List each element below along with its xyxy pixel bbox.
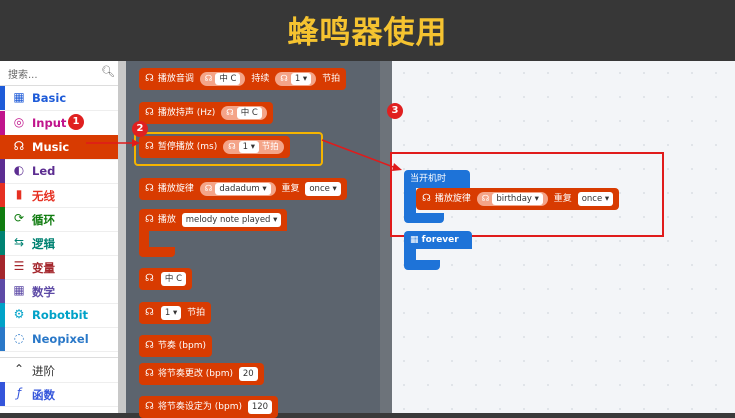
grid-icon: ▦ bbox=[410, 235, 419, 245]
category-music[interactable]: ☊ Music bbox=[0, 135, 118, 160]
beat-dropdown[interactable]: 1 ▾ bbox=[290, 72, 312, 85]
headphones-icon: ☊ bbox=[145, 183, 154, 194]
on-start-block-foot bbox=[404, 213, 444, 223]
step-badge-3: 3 bbox=[387, 103, 403, 119]
step-badge-1: 1 bbox=[68, 114, 84, 130]
on-start-block-mouth bbox=[404, 188, 416, 216]
gear-icon: ⚙ bbox=[13, 307, 25, 321]
beat-reporter-block[interactable]: ☊ 1 ▾ 节拍 bbox=[139, 302, 212, 324]
calculator-icon: ▦ bbox=[13, 283, 25, 297]
category-label: Basic bbox=[32, 91, 67, 105]
repeat-dropdown[interactable]: once ▾ bbox=[577, 191, 614, 206]
blocks-workspace[interactable]: 当开机时 ☊ 播放旋律 ☊ birthday ▾ 重复 once ▾ ▦ forev… bbox=[390, 61, 735, 413]
chevron-up-icon: ⌃ bbox=[13, 362, 25, 376]
play-melody-block[interactable]: ☊ 播放旋律 ☊ birthday ▾ 重复 once ▾ bbox=[416, 188, 620, 210]
category-advanced[interactable]: ⌃ 进阶 bbox=[0, 357, 118, 383]
headphones-icon: ☊ bbox=[13, 139, 25, 153]
on-start-block[interactable]: 当开机时 bbox=[404, 170, 470, 188]
category-neopixel[interactable]: ◌ Neopixel bbox=[0, 327, 118, 352]
category-label: 数学 bbox=[32, 285, 55, 299]
category-variables[interactable]: ☰ 变量 bbox=[0, 255, 118, 280]
category-label: 无线 bbox=[32, 189, 55, 203]
refresh-icon: ⟳ bbox=[13, 211, 25, 225]
category-label: 变量 bbox=[32, 261, 55, 275]
category-math[interactable]: ▦ 数学 bbox=[0, 279, 118, 304]
on-melody-event-block[interactable]: ☊ 播放 melody note played ▾ bbox=[139, 209, 288, 231]
category-led[interactable]: ◐ Led bbox=[0, 159, 118, 184]
rest-block[interactable]: ☊ 暂停播放 (ms) ☊ 1 ▾ 节拍 bbox=[139, 136, 290, 158]
event-block-foot bbox=[139, 247, 175, 257]
category-label: 函数 bbox=[32, 388, 55, 402]
spinner-icon: ◌ bbox=[13, 331, 25, 345]
category-basic[interactable]: ▦ Basic bbox=[0, 86, 118, 111]
category-label: Led bbox=[32, 164, 56, 178]
toolbox-search[interactable]: 搜索... 🔍︎ bbox=[0, 61, 118, 86]
melody-dropdown[interactable]: dadadum ▾ bbox=[215, 182, 271, 195]
function-icon: ƒ bbox=[16, 386, 22, 400]
headphones-icon: ☊ bbox=[145, 307, 154, 318]
tempo-reporter-block[interactable]: ☊ 节奏 (bpm) bbox=[139, 335, 212, 357]
category-label: 进阶 bbox=[32, 364, 55, 378]
search-icon[interactable]: 🔍︎ bbox=[101, 65, 115, 78]
headphones-icon: ☊ bbox=[145, 340, 154, 351]
category-label: 逻辑 bbox=[32, 237, 55, 251]
ring-tone-block[interactable]: ☊ 播放持声 (Hz) ☊ 中 C bbox=[139, 102, 273, 124]
play-tone-block[interactable]: ☊ 播放音调 ☊ 中 C 持续 ☊ 1 ▾ 节拍 bbox=[139, 68, 347, 90]
tempo-set-input[interactable]: 120 bbox=[247, 399, 273, 414]
headphones-icon: ☊ bbox=[145, 73, 154, 84]
headphones-icon: ☊ bbox=[145, 368, 154, 379]
note-dropdown[interactable]: 中 C bbox=[215, 72, 241, 85]
toggle-icon: ◐ bbox=[13, 163, 25, 177]
page-title: 蜂鸣器使用 bbox=[287, 15, 448, 51]
headphones-icon: ☊ bbox=[145, 401, 154, 412]
headphones-icon: ☊ bbox=[422, 193, 431, 204]
music-flyout: ☊ 播放音调 ☊ 中 C 持续 ☊ 1 ▾ 节拍 ☊ 播放持声 (Hz) ☊ 中 C ☊ 暂… bbox=[126, 61, 392, 418]
category-radio[interactable]: ▮ 无线 bbox=[0, 183, 118, 208]
set-tempo-block[interactable]: ☊ 将节奏设定为 (bpm) 120 bbox=[139, 396, 279, 418]
category-input[interactable]: ◎ Input bbox=[0, 111, 118, 136]
headphones-icon: ☊ bbox=[145, 214, 154, 225]
category-label: Music bbox=[32, 140, 70, 154]
note-reporter-block[interactable]: ☊ 中 C bbox=[139, 268, 193, 290]
event-dropdown[interactable]: melody note played ▾ bbox=[181, 212, 282, 227]
category-label: Robotbit bbox=[32, 308, 89, 322]
step-badge-2: 2 bbox=[132, 121, 148, 137]
tempo-change-input[interactable]: 20 bbox=[238, 366, 258, 381]
forever-block[interactable]: ▦ forever bbox=[404, 231, 472, 249]
beat-dropdown[interactable]: 1 ▾ bbox=[160, 305, 182, 320]
melody-dropdown[interactable]: birthday ▾ bbox=[492, 192, 543, 205]
title-bar: 蜂鸣器使用 bbox=[0, 0, 735, 61]
toolbox-scrollbar[interactable] bbox=[118, 61, 126, 413]
bars-icon: ▮ bbox=[15, 187, 23, 201]
note-dropdown[interactable]: 中 C bbox=[236, 106, 262, 119]
grid-icon: ▦ bbox=[13, 90, 25, 104]
headphones-icon: ☊ bbox=[145, 107, 154, 118]
start-melody-block[interactable]: ☊ 播放旋律 ☊ dadadum ▾ 重复 once ▾ bbox=[139, 178, 347, 200]
headphones-icon: ☊ bbox=[145, 273, 154, 284]
category-label: Neopixel bbox=[32, 332, 89, 346]
repeat-dropdown[interactable]: once ▾ bbox=[305, 181, 341, 196]
note-dropdown[interactable]: 中 C bbox=[160, 271, 187, 286]
forever-block-foot bbox=[404, 260, 440, 270]
headphones-icon: ☊ bbox=[204, 73, 213, 84]
change-tempo-block[interactable]: ☊ 将节奏更改 (bpm) 20 bbox=[139, 363, 264, 385]
category-label: 循环 bbox=[32, 213, 55, 227]
category-logic[interactable]: ⇆ 逻辑 bbox=[0, 231, 118, 256]
category-functions[interactable]: ƒ 函数 bbox=[0, 382, 118, 407]
category-robotbit[interactable]: ⚙ Robotbit bbox=[0, 303, 118, 328]
category-loops[interactable]: ⟳ 循环 bbox=[0, 207, 118, 232]
search-input[interactable]: 搜索... bbox=[8, 66, 38, 81]
toolbox-sidebar: 搜索... 🔍︎ ▦ Basic ◎ Input ☊ Music ◐ Led ▮… bbox=[0, 61, 118, 413]
beat-dropdown[interactable]: 1 ▾ bbox=[238, 140, 260, 153]
headphones-icon: ☊ bbox=[145, 141, 154, 152]
category-label: Input bbox=[32, 116, 67, 130]
shuffle-icon: ⇆ bbox=[13, 235, 25, 249]
target-icon: ◎ bbox=[13, 115, 25, 129]
list-icon: ☰ bbox=[13, 259, 25, 273]
